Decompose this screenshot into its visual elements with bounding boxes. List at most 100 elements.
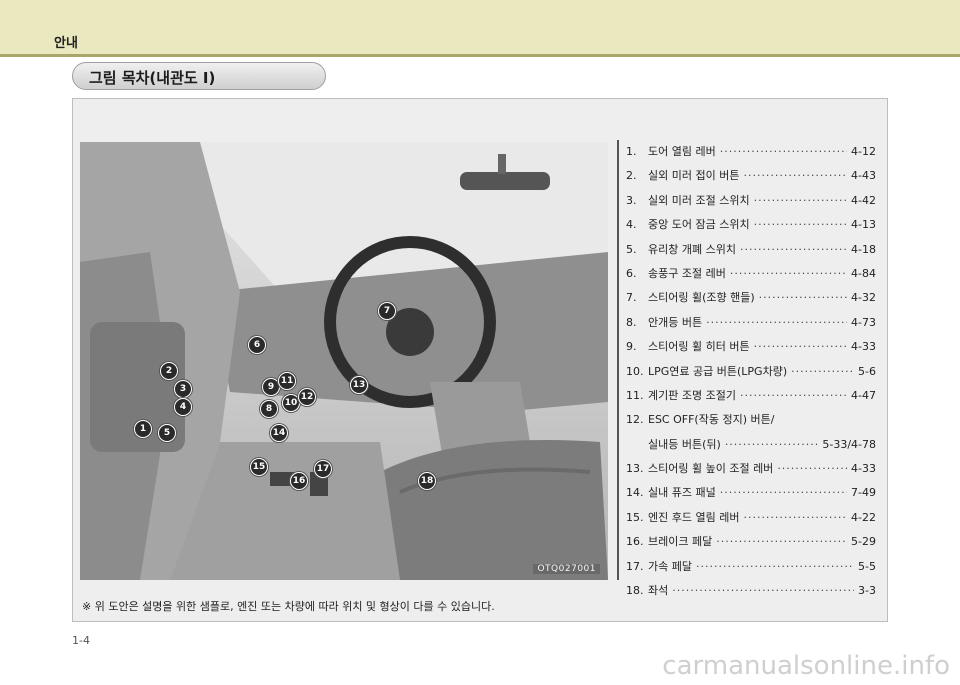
toc-leader-dots: ········································… <box>753 218 847 232</box>
toc-item: 18. 좌석 ···································… <box>626 579 876 603</box>
toc-item-page: 4-33 <box>851 340 876 354</box>
callout-12: 12 <box>298 388 316 406</box>
toc-leader-dots: ········································… <box>753 340 847 354</box>
toc-item-number: 9. <box>626 340 637 354</box>
footnote: ※ 위 도안은 설명을 위한 샘플로, 엔진 또는 차량에 따라 위치 및 형상… <box>82 600 495 613</box>
toc-item-label: 스티어링 휠 히터 버튼 <box>648 340 750 354</box>
toc-item-number: 10. <box>626 364 644 378</box>
callout-13: 13 <box>350 376 368 394</box>
toc-item-page: 5-29 <box>851 535 876 549</box>
toc-item-label: 도어 열림 레버 <box>648 145 716 158</box>
toc-item-label: 가속 페달 <box>648 559 692 573</box>
interior-illustration: 1 2 3 4 5 6 7 8 9 10 11 12 13 14 15 16 1… <box>80 142 608 580</box>
toc-item: 7. 스티어링 휠(조향 핸들)·························… <box>626 286 876 310</box>
toc-item-label: 실내등 버튼(뒤) <box>648 437 721 451</box>
toc-item: 8. 안개등 버튼································… <box>626 311 876 335</box>
toc-item: 15. 엔진 후드 열림 레버··························… <box>626 506 876 530</box>
interior-drawing <box>80 142 608 580</box>
toc-item-number: 14. <box>626 486 644 500</box>
toc-item: 2. 실외 미러 접이 버튼···························… <box>626 164 876 188</box>
toc-item: 12. ESC OFF(작동 정지) 버튼/ <box>626 408 876 432</box>
toc-leader-dots: ········································… <box>706 315 847 329</box>
toc-leader-dots: ········································… <box>719 145 848 158</box>
toc-item-number: 3. <box>626 193 637 207</box>
toc-item-number: 12. <box>626 413 644 427</box>
callout-11: 11 <box>278 372 296 390</box>
toc-item-number: 16. <box>626 535 644 549</box>
toc-leader-dots: ········································… <box>739 388 848 402</box>
callout-17: 17 <box>314 460 332 478</box>
toc-item: 10. LPG연료 공급 버튼(LPG차량)···················… <box>626 360 876 384</box>
toc-item-number: 4. <box>626 218 637 232</box>
toc-leader-dots: ········································… <box>695 559 854 573</box>
toc-item-page: 5-6 <box>858 364 876 378</box>
toc-item-number: 6. <box>626 266 637 280</box>
toc-item-label: 좌석 <box>648 584 669 598</box>
page-number: 1-4 <box>72 634 90 647</box>
callout-18: 18 <box>418 472 436 490</box>
callout-3: 3 <box>174 380 192 398</box>
toc-leader-dots: ········································… <box>758 291 847 305</box>
toc-item: 13. 스티어링 휠 높이 조절 레버······················… <box>626 457 876 481</box>
toc-item: 9. 스티어링 휠 히터 버튼··························… <box>626 335 876 359</box>
header-rule <box>0 54 960 57</box>
toc-item-page: 4-32 <box>851 291 876 305</box>
toc-item-page: 4-42 <box>851 193 876 207</box>
toc-item: 17. 가속 페달 ································… <box>626 555 876 579</box>
toc-leader-dots: ········································… <box>716 535 848 549</box>
toc-item-number: 5. <box>626 242 637 256</box>
toc-item-page: 3-3 <box>858 584 876 598</box>
toc-item: 3. 실외 미러 조절 스위치··························… <box>626 189 876 213</box>
toc-divider <box>617 140 619 580</box>
callout-16: 16 <box>290 472 308 490</box>
toc-item-number: 18. <box>626 584 644 598</box>
toc-leader-dots: ········································… <box>739 242 848 256</box>
toc-item-label: 스티어링 휠(조향 핸들) <box>648 291 755 305</box>
callout-8: 8 <box>260 400 278 418</box>
callout-15: 15 <box>250 458 268 476</box>
callout-6: 6 <box>248 336 266 354</box>
toc-item-label: LPG연료 공급 버튼(LPG차량) <box>648 364 788 378</box>
figure-code: OTQ027001 <box>533 564 600 574</box>
toc-item: 11. 계기판 조명 조절기···························… <box>626 384 876 408</box>
toc-item: 4. 중앙 도어 잠금 스위치··························… <box>626 213 876 237</box>
toc-item-page: 4-12 <box>851 145 876 158</box>
toc-item-page: 4-22 <box>851 510 876 524</box>
toc-list: 1. 도어 열림 레버 ······························… <box>626 140 876 603</box>
section-heading: 그림 목차(내관도 I) <box>89 69 216 87</box>
toc-leader-dots: ········································… <box>672 584 854 598</box>
toc-item-number <box>626 433 648 457</box>
toc-leader-dots: ········································… <box>777 462 847 476</box>
toc-item-label: 스티어링 휠 높이 조절 레버 <box>648 462 774 476</box>
toc-item-number: 8. <box>626 315 637 329</box>
callout-14: 14 <box>270 424 288 442</box>
toc-leader-dots: ········································… <box>724 437 819 451</box>
toc-item-page: 5-33/4-78 <box>822 437 876 451</box>
toc-item-page: 4-73 <box>851 315 876 329</box>
callout-4: 4 <box>174 398 192 416</box>
toc-item-page: 4-43 <box>851 169 876 183</box>
toc-item-label: 송풍구 조절 레버 <box>648 266 726 280</box>
toc-item-number: 17. <box>626 559 644 573</box>
toc-leader-dots: ········································… <box>743 169 847 183</box>
toc-item-number: 11. <box>626 388 644 402</box>
callout-7: 7 <box>378 302 396 320</box>
toc-item-number: 1. <box>626 145 637 158</box>
toc-item-page: 4-18 <box>851 242 876 256</box>
toc-leader-dots: ········································… <box>719 486 848 500</box>
toc-item: 5. 유리창 개폐 스위치····························… <box>626 238 876 262</box>
toc-item-label: 중앙 도어 잠금 스위치 <box>648 218 750 232</box>
callout-1: 1 <box>134 420 152 438</box>
toc-item-label: 계기판 조명 조절기 <box>648 388 736 402</box>
toc-item-number: 2. <box>626 169 637 183</box>
toc-item-page: 7-49 <box>851 486 876 500</box>
toc-item-page: 4-84 <box>851 266 876 280</box>
toc-item-page: 5-5 <box>858 559 876 573</box>
toc-item-page: 4-13 <box>851 218 876 232</box>
toc-item-label: ESC OFF(작동 정지) 버튼/ <box>648 413 775 427</box>
toc-item-label: 유리창 개폐 스위치 <box>648 242 736 256</box>
toc-leader-dots: ········································… <box>753 193 847 207</box>
callout-5: 5 <box>158 424 176 442</box>
toc-item: 1. 도어 열림 레버 ······························… <box>626 140 876 164</box>
toc-leader-dots: ········································… <box>791 364 855 378</box>
